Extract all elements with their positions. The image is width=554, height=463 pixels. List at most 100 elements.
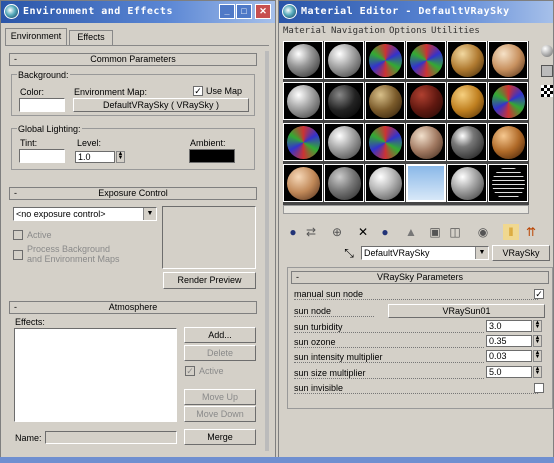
sample-slot[interactable]	[488, 41, 528, 79]
assign-material-icon[interactable]: ⊕	[329, 224, 345, 240]
put-to-scene-icon[interactable]: ⇄	[303, 224, 319, 240]
sample-slot[interactable]	[447, 82, 487, 120]
chevron-down-icon[interactable]: ▼	[143, 208, 156, 220]
sample-slot[interactable]	[324, 123, 364, 161]
backlight-icon[interactable]	[541, 65, 553, 77]
maximize-icon[interactable]: □	[236, 4, 252, 19]
common-parameters-rollout[interactable]: - Common Parameters	[9, 53, 257, 66]
environment-effects-window: Environment and Effects _ □ ✕ Environmen…	[0, 0, 276, 463]
merge-button[interactable]: Merge	[184, 429, 256, 445]
env-scrollbar[interactable]	[265, 51, 269, 451]
tint-color-swatch[interactable]	[19, 149, 65, 163]
effects-label: Effects:	[15, 317, 45, 327]
sample-slot[interactable]	[324, 164, 364, 202]
sun-ozone-field[interactable]: 0.35	[486, 335, 532, 347]
show-end-result-icon[interactable]: ‖	[503, 224, 519, 240]
mat-titlebar[interactable]: Material Editor - DefaultVRaySky	[279, 1, 553, 23]
close-icon[interactable]: ✕	[255, 4, 271, 19]
sample-type-icon[interactable]	[541, 45, 553, 57]
sun-node-button[interactable]: VRaySun01	[388, 304, 545, 318]
process-background-checkbox[interactable]	[13, 250, 23, 260]
sun-size-multiplier-spinner[interactable]: ▲ ▼	[533, 366, 542, 378]
manual-sun-node-checkbox[interactable]: ✓	[534, 289, 544, 299]
level-field[interactable]: 1.0	[75, 151, 115, 163]
render-preview-button[interactable]: Render Preview	[163, 272, 256, 289]
minimize-icon[interactable]: _	[219, 4, 235, 19]
exposure-control-dropdown[interactable]: <no exposure control> ▼	[13, 207, 157, 221]
effects-list[interactable]	[14, 328, 177, 422]
move-up-button[interactable]: Move Up	[184, 389, 256, 405]
environment-map-button[interactable]: DefaultVRaySky ( VRaySky )	[73, 98, 249, 112]
sun-intensity-multiplier-field[interactable]: 0.03	[486, 350, 532, 362]
exposure-control-rollout[interactable]: - Exposure Control	[9, 187, 257, 200]
sample-slot[interactable]	[283, 82, 323, 120]
sample-slot[interactable]	[283, 164, 323, 202]
pick-material-icon[interactable]: ⤡	[341, 245, 357, 261]
menu-utilities[interactable]: Utilities	[431, 26, 480, 36]
sample-slot[interactable]	[447, 41, 487, 79]
sample-slot[interactable]	[283, 123, 323, 161]
sun-node-label: sun node	[294, 306, 332, 316]
show-map-icon[interactable]: ◉	[475, 224, 491, 240]
atmosphere-rollout[interactable]: - Atmosphere	[9, 301, 257, 314]
environment-map-label: Environment Map:	[74, 87, 148, 97]
menu-options[interactable]: Options	[389, 26, 427, 36]
vraysky-parameters-rollout[interactable]: - VRaySky Parameters	[291, 271, 549, 284]
sample-slot[interactable]	[324, 41, 364, 79]
move-down-button[interactable]: Move Down	[184, 406, 256, 422]
env-titlebar[interactable]: Environment and Effects _ □ ✕	[1, 1, 275, 23]
sample-slot[interactable]	[283, 41, 323, 79]
delete-effect-button[interactable]: Delete	[184, 345, 256, 361]
use-map-checkbox[interactable]: ✓	[193, 86, 203, 96]
material-type-button[interactable]: VRaySky	[492, 245, 550, 261]
exposure-active-checkbox[interactable]	[13, 230, 23, 240]
sample-slot[interactable]	[365, 123, 405, 161]
sample-slot[interactable]	[365, 41, 405, 79]
tab-environment[interactable]: Environment	[5, 28, 67, 45]
sample-slot[interactable]	[365, 164, 405, 202]
sun-invisible-checkbox[interactable]	[534, 383, 544, 393]
sun-size-multiplier-field[interactable]: 5.0	[486, 366, 532, 378]
menu-navigation[interactable]: Navigation	[331, 26, 385, 36]
sample-slot[interactable]	[324, 82, 364, 120]
background-color-swatch[interactable]	[19, 98, 65, 112]
sample-slots	[283, 41, 529, 205]
reset-map-icon[interactable]: ✕	[355, 224, 371, 240]
make-copy-icon[interactable]: ●	[377, 224, 393, 240]
sample-slots-scrollbar[interactable]	[283, 205, 529, 214]
sun-ozone-label: sun ozone	[294, 337, 336, 347]
menu-material[interactable]: Material	[283, 26, 326, 36]
sample-slot[interactable]	[406, 82, 446, 120]
get-material-icon[interactable]: ●	[285, 224, 301, 240]
material-name-dropdown[interactable]: DefaultVRaySky ▼	[361, 246, 489, 260]
chevron-down-icon[interactable]: ▼	[475, 247, 488, 259]
ambient-label: Ambient:	[190, 138, 226, 148]
go-to-parent-icon[interactable]: ⇈	[523, 224, 539, 240]
add-effect-button[interactable]: Add...	[184, 327, 256, 343]
put-to-library-icon[interactable]: ▣	[427, 224, 443, 240]
sample-slot[interactable]	[406, 41, 446, 79]
sample-slot[interactable]	[365, 82, 405, 120]
level-spinner[interactable]: ▲ ▼	[116, 151, 125, 163]
background-icon[interactable]	[541, 85, 553, 97]
sample-slot[interactable]	[488, 123, 528, 161]
tab-effects[interactable]: Effects	[69, 30, 113, 45]
sample-slot[interactable]	[447, 164, 487, 202]
sample-slot[interactable]	[488, 82, 528, 120]
material-effects-icon[interactable]: ◫	[447, 224, 463, 240]
sun-intensity-multiplier-spinner[interactable]: ▲ ▼	[533, 350, 542, 362]
sun-invisible-label: sun invisible	[294, 383, 344, 393]
atmosphere-active-checkbox[interactable]: ✓	[185, 366, 195, 376]
env-window-title: Environment and Effects	[23, 6, 173, 17]
sun-turbidity-spinner[interactable]: ▲ ▼	[533, 320, 542, 332]
sample-slot[interactable]	[406, 123, 446, 161]
sample-slot-active[interactable]	[406, 164, 446, 202]
sample-slot[interactable]	[488, 164, 528, 202]
ambient-color-swatch[interactable]	[189, 149, 235, 163]
level-label: Level:	[77, 138, 102, 148]
effect-name-field[interactable]	[45, 431, 177, 444]
sun-turbidity-field[interactable]: 3.0	[486, 320, 532, 332]
make-unique-icon[interactable]: ▲	[403, 224, 419, 240]
sample-slot[interactable]	[447, 123, 487, 161]
sun-ozone-spinner[interactable]: ▲ ▼	[533, 335, 542, 347]
